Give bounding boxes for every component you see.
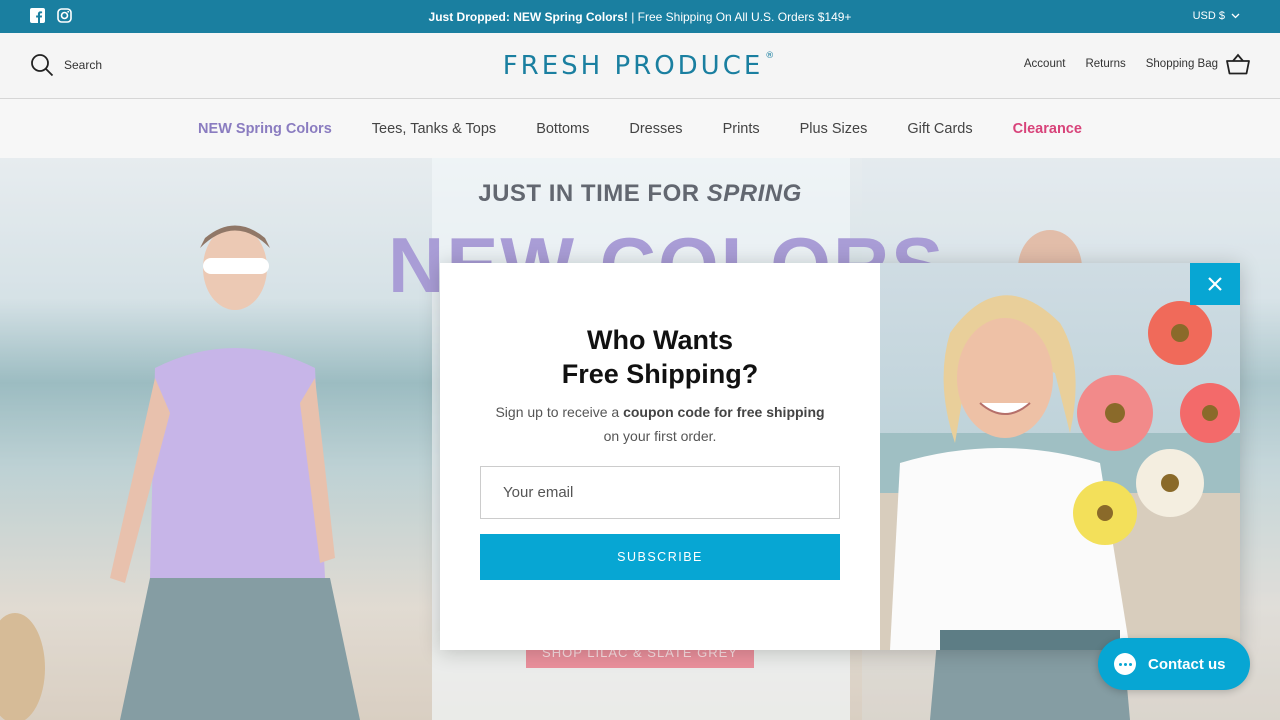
returns-link[interactable]: Returns [1085,58,1125,70]
basket-icon [1226,53,1250,75]
newsletter-popup: Who Wants Free Shipping? Sign up to rece… [440,263,1240,650]
popup-image-panel [880,263,1240,650]
popup-form-panel: Who Wants Free Shipping? Sign up to rece… [440,263,880,650]
chevron-down-icon [1231,13,1240,19]
popup-sub-suffix: on your first order. [603,428,717,444]
chat-bubble-icon [1114,653,1136,675]
popup-title-line2: Free Shipping? [561,359,759,389]
popup-title-line1: Who Wants [587,325,733,355]
main-nav: NEW Spring Colors Tees, Tanks & Tops Bot… [0,99,1280,158]
popup-subtitle: Sign up to receive a coupon code for fre… [470,400,850,448]
nav-item-plus-sizes[interactable]: Plus Sizes [800,121,868,137]
social-links [30,8,72,23]
nav-item-clearance[interactable]: Clearance [1013,121,1082,137]
shopping-bag-link[interactable]: Shopping Bag [1146,53,1250,75]
popup-title: Who Wants Free Shipping? [440,323,880,391]
contact-us-button[interactable]: Contact us [1098,638,1250,690]
instagram-icon[interactable] [57,8,72,23]
announcement-message: Just Dropped: NEW Spring Colors! | Free … [0,10,1280,24]
logo-registered-mark: ® [765,51,778,61]
site-header: Search FRESH PRODUCE ® Account Returns Sh… [0,33,1280,99]
account-link[interactable]: Account [1024,58,1066,70]
nav-item-dresses[interactable]: Dresses [629,121,682,137]
nav-item-gift-cards[interactable]: Gift Cards [907,121,972,137]
close-icon [1208,277,1222,291]
nav-item-prints[interactable]: Prints [723,121,760,137]
announcement-bar: Just Dropped: NEW Spring Colors! | Free … [0,0,1280,33]
currency-label: USD $ [1192,10,1225,22]
facebook-icon[interactable] [30,8,45,23]
contact-label: Contact us [1148,655,1226,673]
nav-item-bottoms[interactable]: Bottoms [536,121,589,137]
announcement-text: | Free Shipping On All U.S. Orders $149+ [627,9,852,24]
popup-model-image [880,295,1240,650]
logo-text: FRESH PRODUCE [502,51,764,81]
bag-label: Shopping Bag [1145,58,1218,70]
announcement-bold: Just Dropped: NEW Spring Colors! [428,9,628,24]
nav-item-tees-tanks-tops[interactable]: Tees, Tanks & Tops [372,121,496,137]
header-actions: Account Returns Shopping Bag [1024,53,1250,75]
email-input[interactable] [480,466,840,519]
subscribe-button[interactable]: SUBSCRIBE [480,534,840,580]
nav-item-new-spring-colors[interactable]: NEW Spring Colors [198,121,332,137]
currency-selector[interactable]: USD $ [1193,10,1240,22]
popup-sub-prefix: Sign up to receive a [495,404,624,420]
popup-sub-bold: coupon code for free shipping [623,404,825,420]
popup-close-button[interactable] [1190,263,1240,305]
